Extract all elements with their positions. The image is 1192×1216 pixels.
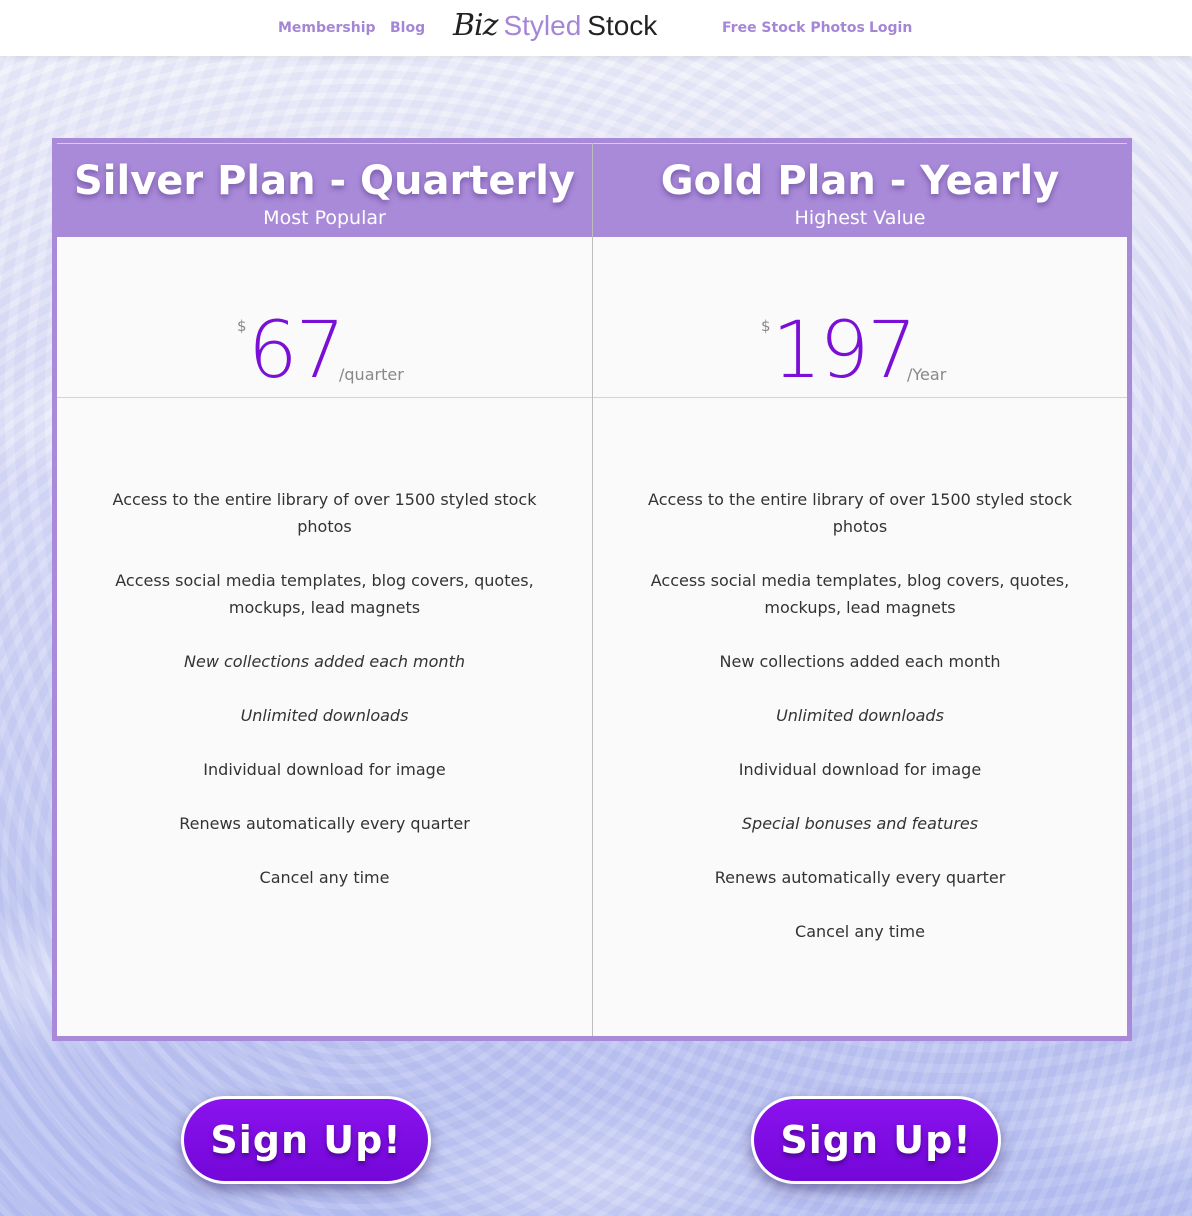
nav-login-link[interactable]: Login [869,20,912,36]
price-period: /Year [907,365,947,384]
feature-item: Access to the entire library of over 150… [648,490,1072,536]
feature-item: Individual download for image [203,760,446,779]
silver-signup-button[interactable]: Sign Up! [181,1096,431,1184]
feature-item: Renews automatically every quarter [179,814,470,833]
plan-subtitle: Highest Value [794,207,926,229]
feature-item: Special bonuses and features [741,814,979,833]
nav-blog-link[interactable]: Blog [390,20,425,36]
feature-list: Access to the entire library of over 150… [593,398,1127,945]
price-box: $ 67 /quarter [57,237,592,398]
logo-stock-text: Stock [587,10,658,41]
price-period: /quarter [339,365,404,384]
price-amount: 197 [772,306,917,396]
gold-signup-button[interactable]: Sign Up! [751,1096,1001,1184]
feature-item: New collections added each month [719,652,1001,671]
site-header: Membership Blog Biz Styled Stock Free St… [0,0,1192,56]
nav-free-stock-photos-link[interactable]: Free Stock Photos [722,20,865,36]
price-box: $ 197 /Year [593,237,1127,398]
pricing-table: Silver Plan - Quarterly Most Popular $ 6… [52,138,1132,1041]
feature-item: Cancel any time [259,868,390,887]
currency-symbol: $ [761,317,771,335]
feature-list: Access to the entire library of over 150… [57,398,592,891]
plan-gold: Gold Plan - Yearly Highest Value $ 197 /… [592,143,1127,1036]
feature-item: Unlimited downloads [776,706,944,725]
feature-item: Renews automatically every quarter [714,868,1006,887]
site-logo[interactable]: Biz Styled Stock [453,8,685,50]
feature-item: New collections added each month [184,652,465,671]
currency-symbol: $ [237,317,247,335]
feature-item: Access social media templates, blog cove… [650,571,1070,617]
plan-header: Gold Plan - Yearly Highest Value [593,143,1127,237]
plan-subtitle: Most Popular [263,207,386,229]
feature-item: Access to the entire library of over 150… [112,490,537,536]
nav-membership-link[interactable]: Membership [278,20,376,36]
plan-title: Silver Plan - Quarterly [74,158,575,204]
plan-title: Gold Plan - Yearly [660,158,1060,204]
logo-biz-text: Biz [453,8,498,43]
feature-item: Unlimited downloads [240,706,409,725]
plan-header: Silver Plan - Quarterly Most Popular [57,143,592,237]
price-amount: 67 [248,306,345,396]
plan-silver: Silver Plan - Quarterly Most Popular $ 6… [57,143,592,1036]
feature-item: Cancel any time [795,922,925,941]
feature-item: Individual download for image [738,760,982,779]
logo-styled-text: Styled [503,10,582,41]
feature-item: Access social media templates, blog cove… [115,571,534,617]
